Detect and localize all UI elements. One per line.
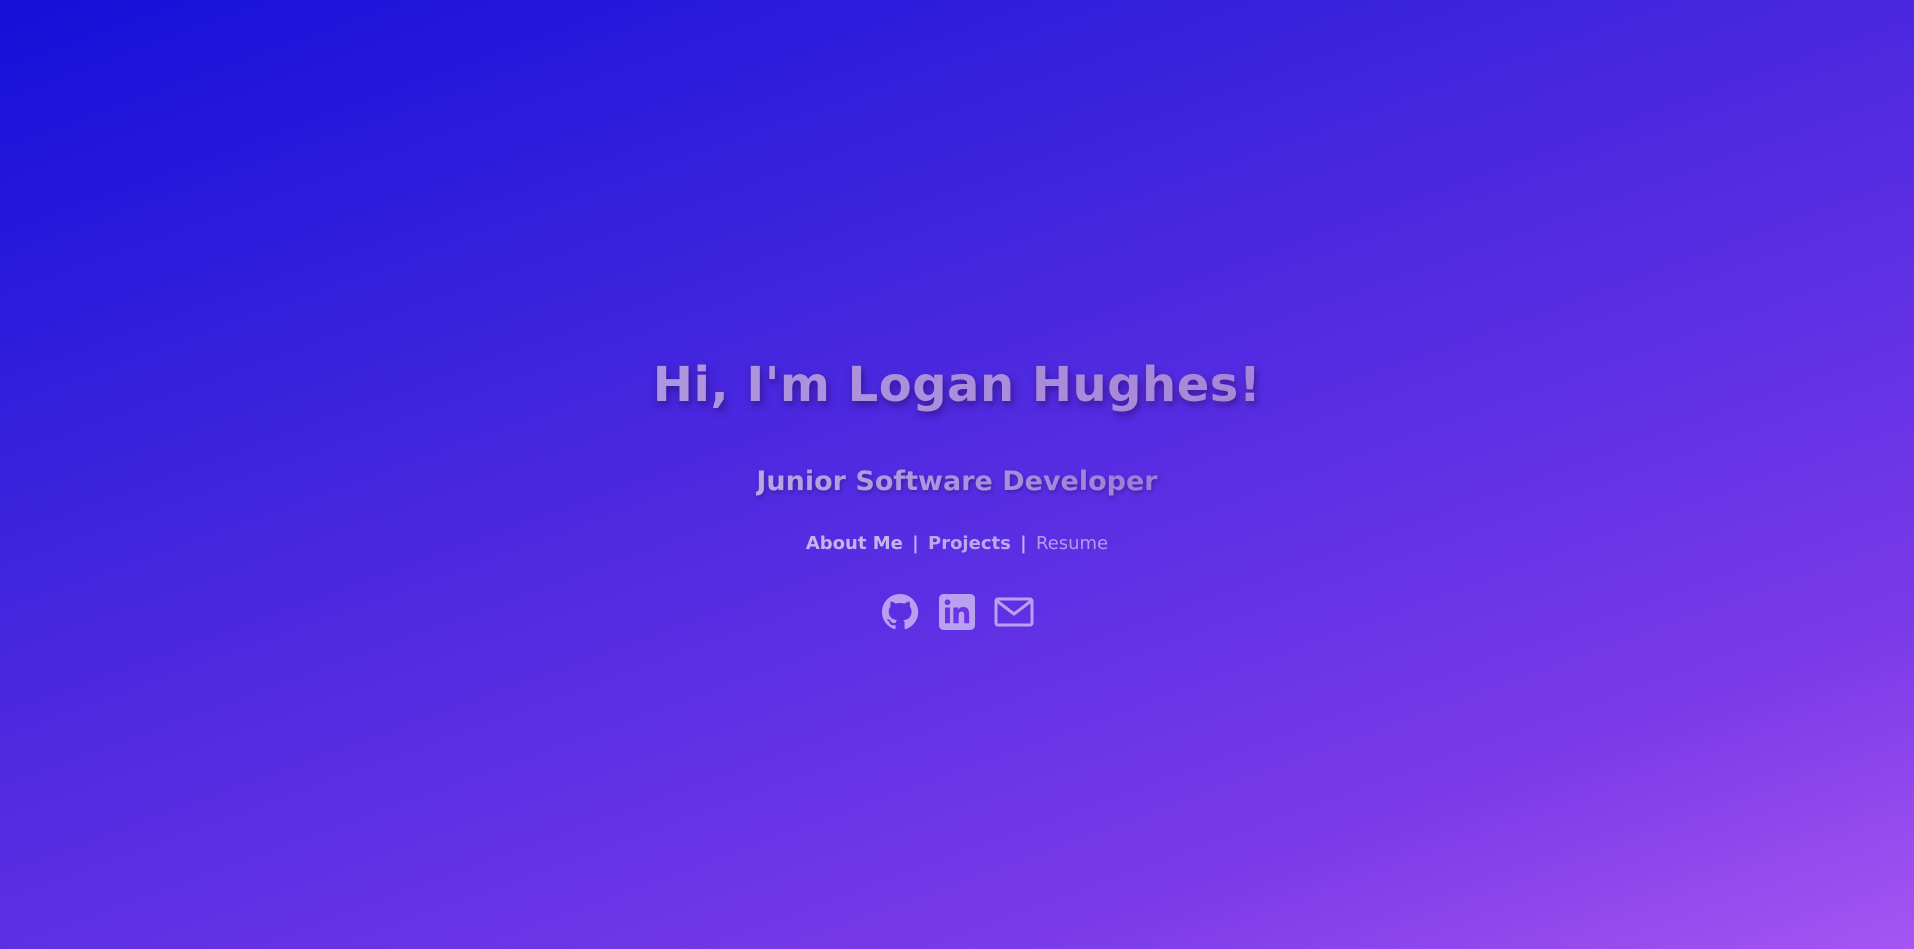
hero-section: Hi, I'm Logan Hughes! Junior Software De…: [0, 0, 1914, 949]
linkedin-link[interactable]: [938, 593, 976, 631]
job-title: Junior Software Developer: [0, 466, 1914, 497]
job-title-text: Junior Software Developer: [756, 466, 1158, 497]
linkedin-icon: [939, 594, 975, 630]
github-icon: [881, 593, 919, 631]
social-links: [0, 593, 1914, 631]
nav-link-projects[interactable]: Projects: [928, 533, 1011, 554]
mail-icon: [994, 596, 1034, 628]
main-nav: About Me | Projects | Resume: [0, 533, 1914, 554]
nav-link-about-me[interactable]: About Me: [806, 533, 903, 554]
nav-separator: |: [1020, 533, 1027, 554]
nav-separator: |: [912, 533, 919, 554]
email-link[interactable]: [994, 593, 1034, 631]
github-link[interactable]: [881, 593, 919, 631]
page-title: Hi, I'm Logan Hughes!: [0, 357, 1914, 413]
nav-link-resume[interactable]: Resume: [1036, 533, 1108, 554]
hero-title-text: Hi, I'm Logan Hughes!: [652, 357, 1262, 413]
